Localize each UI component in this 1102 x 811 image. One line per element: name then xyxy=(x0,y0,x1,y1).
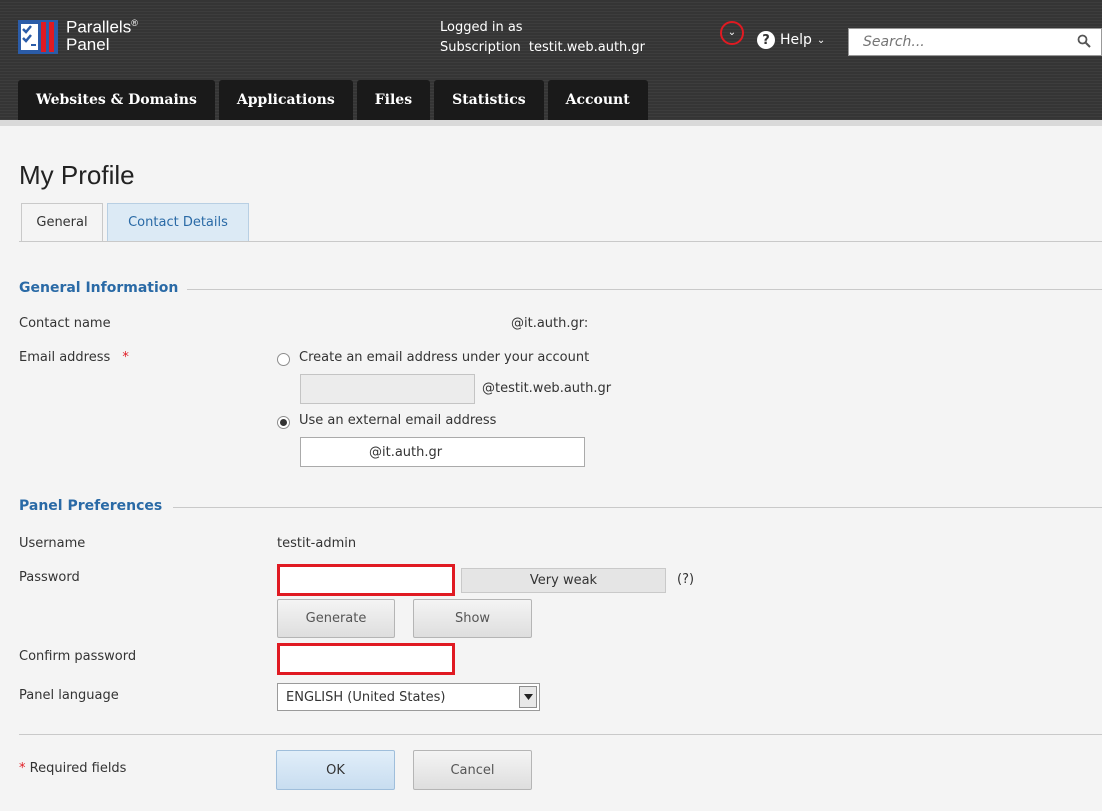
header-divider xyxy=(0,120,1102,126)
nav-account[interactable]: Account xyxy=(547,80,648,120)
subscription-line: Subscription testit.web.auth.gr xyxy=(440,38,645,58)
password-field[interactable] xyxy=(277,564,455,596)
search-icon[interactable] xyxy=(1077,34,1091,48)
confirm-password-field[interactable] xyxy=(277,643,455,675)
radio-create-email-label[interactable]: Create an email address under your accou… xyxy=(299,350,589,365)
help-label: Help xyxy=(780,32,812,48)
required-mark: * xyxy=(19,761,26,776)
page-title: My Profile xyxy=(19,160,135,190)
logged-in-label: Logged in as xyxy=(440,20,523,35)
email-address-label-text: Email address xyxy=(19,350,111,365)
internal-email-domain: @testit.web.auth.gr xyxy=(482,381,612,396)
search-input[interactable] xyxy=(849,29,1097,55)
section-panel-preferences: Panel Preferences xyxy=(19,498,163,514)
section-general-information: General Information xyxy=(19,280,179,296)
brand-name: Parallels® Panel xyxy=(66,15,138,53)
login-info: Logged in as Subscription testit.web.aut… xyxy=(440,18,645,58)
top-header: Parallels® Panel Logged in as Subscripti… xyxy=(0,0,1102,126)
nav-files[interactable]: Files xyxy=(356,80,431,120)
tab-general[interactable]: General xyxy=(21,203,103,242)
panel-language-select[interactable]: ENGLISH (United States) xyxy=(277,683,540,711)
subscription-label: Subscription xyxy=(440,40,521,55)
tabs-divider xyxy=(19,241,1102,242)
section-divider xyxy=(187,289,1102,290)
panel-language-value: ENGLISH (United States) xyxy=(286,689,446,705)
ok-button[interactable]: OK xyxy=(276,750,395,790)
internal-email-field[interactable] xyxy=(300,374,475,404)
nav-applications[interactable]: Applications xyxy=(218,80,353,120)
panel-language-label: Panel language xyxy=(19,688,119,703)
help-menu[interactable]: ? Help ⌄ xyxy=(757,31,825,49)
generate-button[interactable]: Generate xyxy=(277,599,395,638)
contact-name-value: @it.auth.gr: xyxy=(511,316,589,331)
confirm-password-label: Confirm password xyxy=(19,649,137,664)
dropdown-arrow-icon[interactable] xyxy=(519,686,537,708)
parallels-logo-icon[interactable] xyxy=(18,20,58,54)
external-email-field[interactable] xyxy=(300,437,585,467)
chevron-down-icon: ⌄ xyxy=(816,34,826,46)
username-value: testit-admin xyxy=(277,536,357,551)
help-icon: ? xyxy=(757,31,775,49)
nav-statistics[interactable]: Statistics xyxy=(434,80,544,120)
user-menu-toggle[interactable]: ⌄ xyxy=(720,21,744,45)
main-nav: Websites & Domains Applications Files St… xyxy=(18,80,652,120)
cancel-button[interactable]: Cancel xyxy=(413,750,532,790)
radio-create-email[interactable] xyxy=(277,353,290,366)
tab-contact-details[interactable]: Contact Details xyxy=(107,203,249,242)
nav-websites-domains[interactable]: Websites & Domains xyxy=(18,80,215,120)
contact-name-label: Contact name xyxy=(19,316,111,331)
subscription-value[interactable]: testit.web.auth.gr xyxy=(529,40,645,55)
required-mark: * xyxy=(122,350,129,365)
required-fields-note: * Required fields xyxy=(19,761,126,776)
brand-line2: Panel xyxy=(66,34,110,54)
username-label: Username xyxy=(19,536,86,551)
radio-external-email-label[interactable]: Use an external email address xyxy=(299,413,496,428)
chevron-down-icon: ⌄ xyxy=(727,27,737,38)
show-password-button[interactable]: Show xyxy=(413,599,532,638)
search-box xyxy=(848,28,1102,56)
radio-external-email[interactable] xyxy=(277,416,290,429)
required-fields-text: Required fields xyxy=(29,761,127,776)
password-label: Password xyxy=(19,570,80,585)
email-address-label: Email address * xyxy=(19,350,129,365)
section-divider xyxy=(173,507,1102,508)
password-strength-help[interactable]: (?) xyxy=(677,572,694,587)
footer-divider xyxy=(19,734,1102,735)
brand-reg-mark: ® xyxy=(131,18,138,28)
password-strength-meter: Very weak xyxy=(461,568,666,593)
